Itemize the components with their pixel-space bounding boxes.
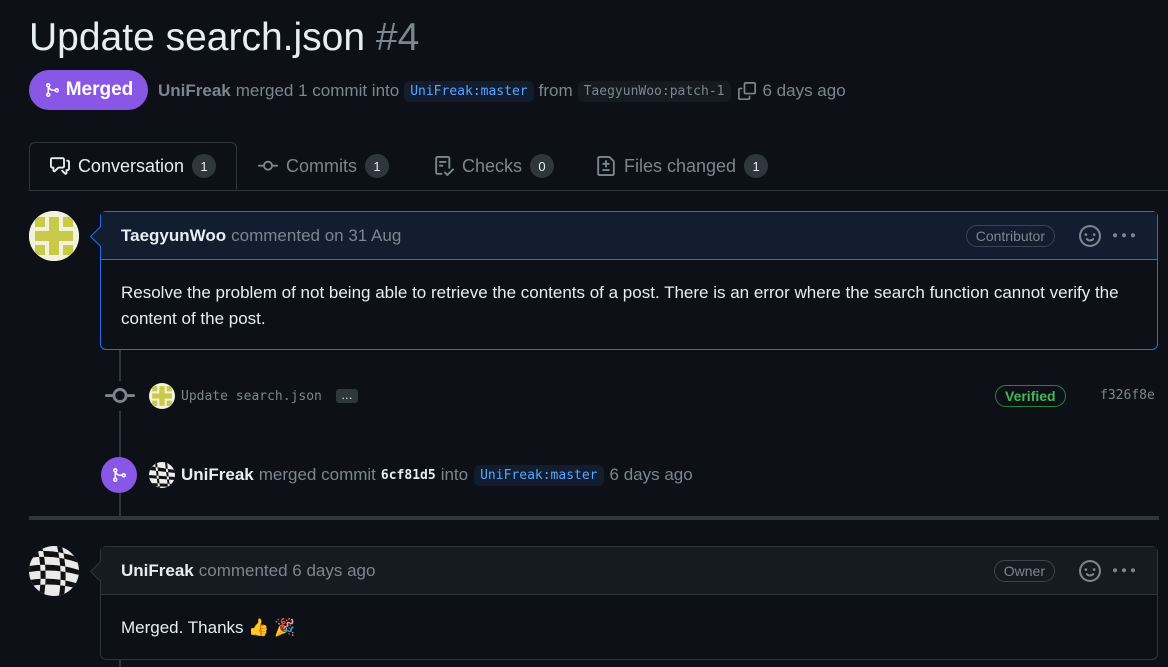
comment-body: Resolve the problem of not being able to…	[121, 283, 1119, 328]
tab-commits[interactable]: Commits 1	[258, 142, 389, 190]
comment-header: UniFreak commented 6 days ago Owner	[101, 547, 1157, 595]
avatar-unifreak[interactable]	[29, 546, 79, 596]
pr-meta: UniFreak merged 1 commit into UniFreak:m…	[158, 78, 846, 104]
merge-author[interactable]: UniFreak	[181, 465, 254, 485]
base-branch[interactable]: UniFreak:master	[404, 80, 534, 102]
timeline-divider	[29, 516, 1159, 520]
comment-body: Merged. Thanks 👍 🎉	[121, 618, 296, 637]
avatar-unifreak-small[interactable]	[149, 462, 175, 488]
copy-icon[interactable]	[736, 78, 758, 104]
kebab-horizontal-icon[interactable]	[1111, 558, 1137, 584]
pr-title: Update search.json #4	[29, 14, 419, 62]
avatar-taegyunwoo[interactable]	[29, 211, 79, 261]
commit-expand-button[interactable]: …	[335, 389, 358, 403]
merged-text: merged 1 commit into	[235, 81, 400, 100]
checklist-icon	[435, 156, 454, 176]
comment-discussion-icon	[50, 157, 70, 175]
merger-link[interactable]: UniFreak	[158, 81, 231, 101]
comment-action[interactable]: commented 6 days ago	[199, 561, 376, 581]
verified-badge[interactable]: Verified	[995, 385, 1066, 407]
pr-number: #4	[375, 16, 420, 59]
comment-author[interactable]: UniFreak	[121, 561, 194, 581]
tab-checks[interactable]: Checks 0	[434, 142, 555, 190]
commit-message-link[interactable]: Update search.json	[181, 389, 322, 404]
kebab-horizontal-icon[interactable]	[1111, 223, 1137, 249]
merged-label: Merged	[65, 79, 134, 100]
merge-into-text: into	[440, 465, 469, 484]
tab-commits-label: Commits	[286, 155, 357, 176]
merge-event-badge	[101, 457, 137, 493]
tab-checks-label: Checks	[462, 155, 523, 176]
pr-title-text: Update search.json	[29, 16, 366, 59]
tab-conversation-count: 1	[192, 154, 216, 178]
tab-files-changed-label: Files changed	[624, 155, 737, 176]
file-diff-icon	[597, 156, 615, 176]
contributor-badge: Contributor	[965, 224, 1055, 247]
merge-time: 6 days ago	[762, 81, 846, 100]
comment-author[interactable]: TaegyunWoo	[121, 226, 226, 246]
head-branch[interactable]: TaegyunWoo:patch-1	[577, 80, 731, 102]
comment-taegyunwoo: TaegyunWoo commented on 31 Aug Contribut…	[89, 211, 1158, 350]
smiley-icon[interactable]	[1077, 223, 1103, 249]
owner-badge: Owner	[993, 559, 1055, 582]
merged-status-badge: Merged	[29, 70, 148, 110]
commit-sha-link[interactable]: f326f8e	[1100, 388, 1155, 403]
git-commit-icon	[258, 160, 278, 171]
git-merge-icon	[45, 83, 59, 97]
merge-commit-sha[interactable]: 6cf81d5	[381, 468, 436, 483]
tab-files-changed-count: 1	[744, 154, 769, 178]
from-text: from	[538, 81, 573, 100]
merge-event-time[interactable]: 6 days ago	[610, 465, 693, 485]
tab-commits-count: 1	[365, 154, 389, 178]
tab-conversation-label: Conversation	[77, 155, 184, 176]
git-merge-icon	[113, 468, 127, 482]
tab-checks-count: 0	[530, 154, 555, 178]
git-commit-icon	[105, 381, 135, 411]
avatar-taegyunwoo-small[interactable]	[149, 383, 175, 409]
merge-text: merged commit	[258, 465, 376, 484]
merge-target-branch[interactable]: UniFreak:master	[474, 464, 604, 486]
tab-conversation[interactable]: Conversation 1	[29, 142, 237, 190]
comment-action[interactable]: commented on 31 Aug	[231, 226, 401, 246]
merge-event: UniFreak merged commit 6cf81d5 into UniF…	[101, 456, 693, 494]
tab-files-changed[interactable]: Files changed 1	[596, 142, 769, 190]
smiley-icon[interactable]	[1077, 558, 1103, 584]
pr-tabs: Conversation 1 Commits 1 Checks 0 Files …	[29, 142, 1168, 191]
comment-unifreak: UniFreak commented 6 days ago Owner Merg…	[89, 546, 1158, 660]
comment-header: TaegyunWoo commented on 31 Aug Contribut…	[101, 212, 1157, 260]
